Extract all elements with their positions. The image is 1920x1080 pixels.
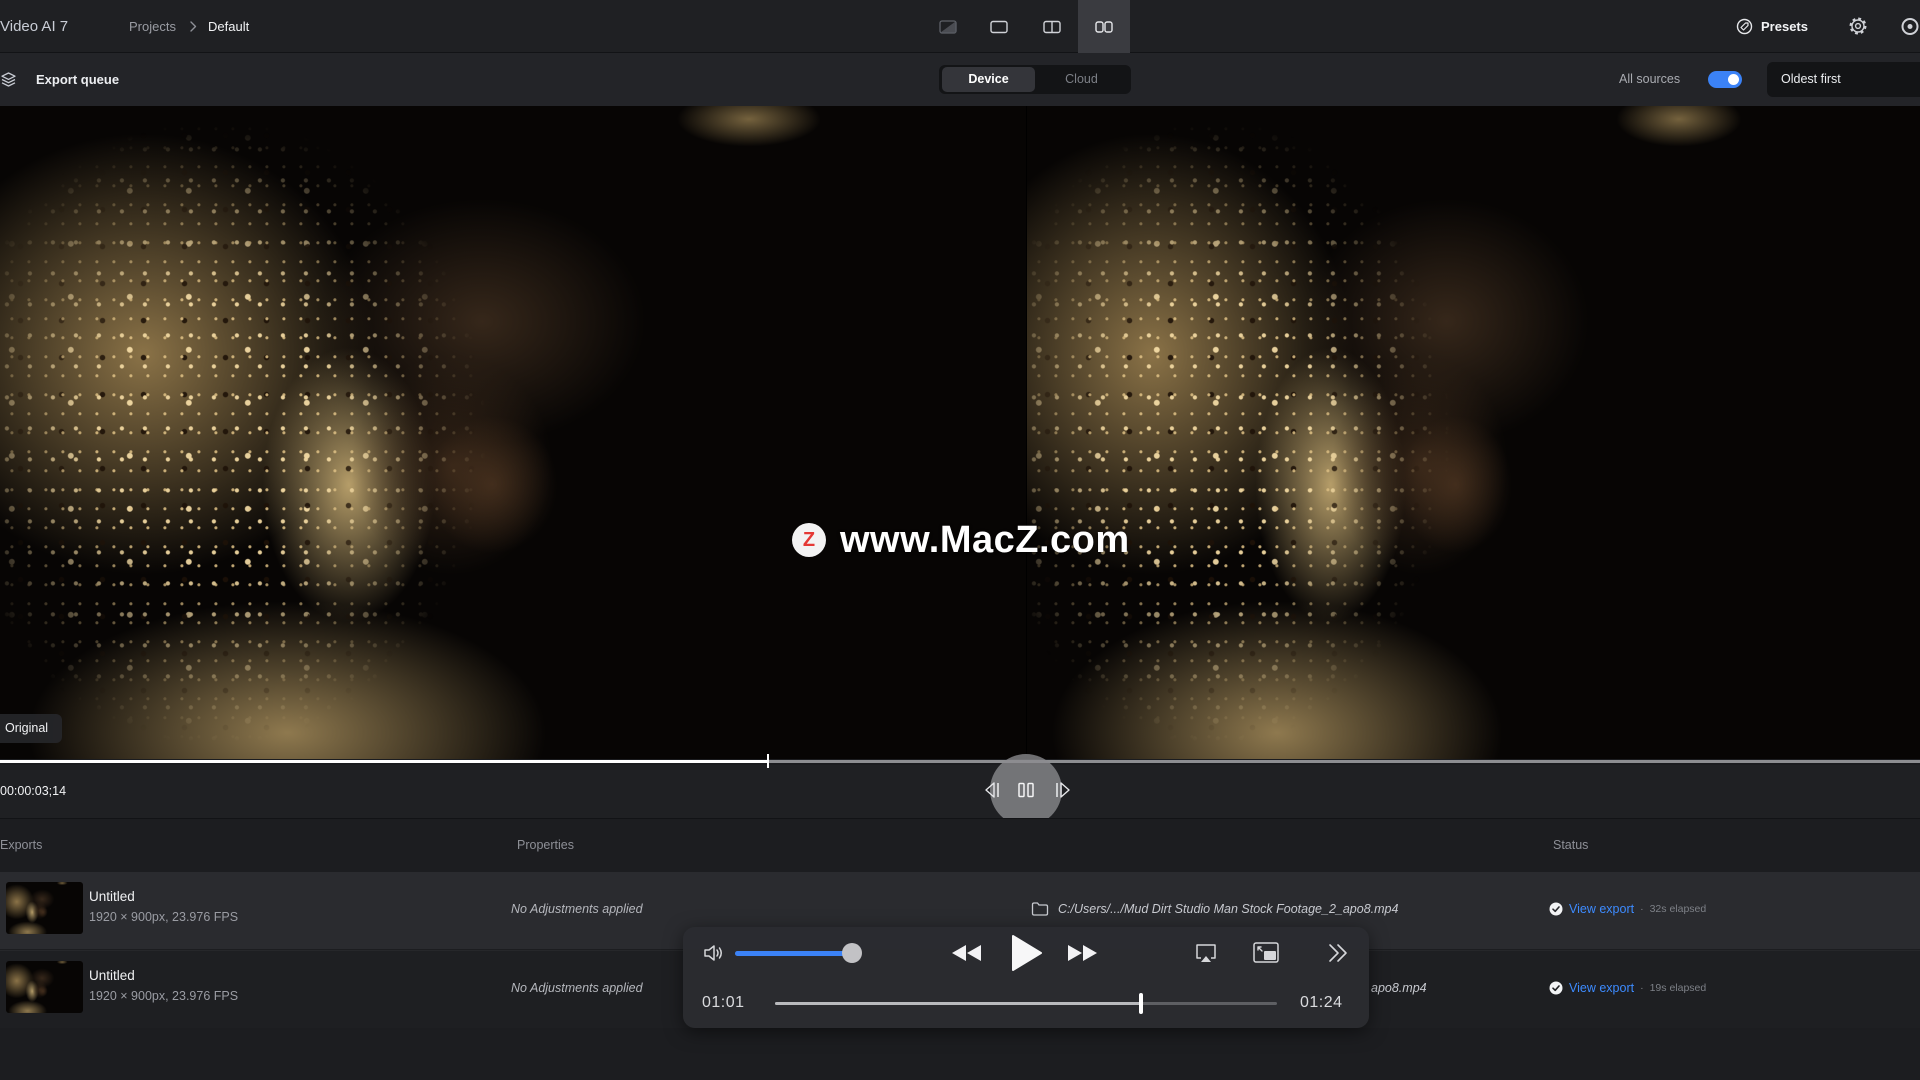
- view-split-button[interactable]: [1026, 0, 1078, 53]
- transport-bar: [0, 765, 1920, 818]
- volume-button[interactable]: [702, 941, 726, 965]
- fast-forward-button[interactable]: [1064, 941, 1100, 965]
- picture-in-picture-button[interactable]: [1252, 940, 1280, 966]
- status-separator: ·: [1640, 982, 1644, 994]
- column-header-properties: Properties: [517, 838, 574, 852]
- watermark-logo: Z: [792, 523, 826, 557]
- breadcrumb-default[interactable]: Default: [208, 0, 249, 53]
- end-time: 01:24: [1300, 994, 1343, 1011]
- media-progress-bar[interactable]: [775, 993, 1277, 1014]
- export-name: Untitled: [89, 889, 135, 904]
- export-thumbnail: [6, 961, 83, 1013]
- rewind-icon: [949, 941, 985, 965]
- step-back-button[interactable]: [983, 780, 1003, 800]
- airplay-icon: [1194, 941, 1218, 965]
- compare-view-icon: [939, 19, 957, 34]
- export-properties: No Adjustments applied: [511, 981, 643, 995]
- check-circle-icon: [1549, 902, 1563, 916]
- volume-slider[interactable]: [735, 943, 862, 963]
- step-forward-icon: [1052, 780, 1072, 800]
- enhanced-video-frame[interactable]: [1027, 106, 1920, 759]
- timeline-scrubber[interactable]: [0, 754, 1920, 768]
- device-cloud-switch: Device Cloud: [939, 65, 1131, 94]
- view-compare-button[interactable]: [922, 0, 974, 53]
- dust-particles: [0, 106, 616, 759]
- settings-button[interactable]: [1846, 14, 1870, 38]
- folder-icon[interactable]: [1031, 901, 1049, 917]
- step-forward-button[interactable]: [1052, 780, 1072, 800]
- breadcrumb-projects[interactable]: Projects: [129, 0, 176, 53]
- export-specs: 1920 × 900px, 23.976 FPS: [89, 910, 239, 924]
- pause-icon: [1017, 782, 1035, 798]
- timeline-playhead[interactable]: [767, 754, 769, 768]
- play-button[interactable]: [1008, 933, 1044, 973]
- sort-label: Oldest first: [1781, 72, 1841, 86]
- volume-knob[interactable]: [842, 943, 862, 963]
- tab-cloud[interactable]: Cloud: [1035, 67, 1128, 92]
- play-icon: [1008, 933, 1044, 973]
- chevron-right-icon: [187, 20, 199, 33]
- toggle-knob: [1728, 74, 1739, 85]
- app-window: Video AI 7 Projects Default Presets Expo…: [0, 0, 1920, 1080]
- picture-in-picture-icon: [1252, 940, 1280, 966]
- export-specs: 1920 × 900px, 23.976 FPS: [89, 989, 239, 1003]
- original-label: Original: [0, 714, 62, 743]
- timecode: 00:00:03;14: [0, 784, 67, 798]
- export-status: View export · 32s elapsed: [1549, 901, 1706, 917]
- timeline-played: [0, 760, 768, 763]
- profile-icon: [1900, 17, 1919, 36]
- view-single-button[interactable]: [973, 0, 1025, 53]
- view-export-link[interactable]: View export: [1569, 981, 1634, 995]
- export-status: View export · 19s elapsed: [1549, 980, 1706, 996]
- layers-icon: [0, 71, 17, 88]
- more-controls-button[interactable]: [1326, 941, 1350, 965]
- single-view-icon: [990, 20, 1008, 34]
- profile-button[interactable]: [1900, 17, 1919, 36]
- original-video-frame[interactable]: [0, 106, 1026, 759]
- elapsed-time: 32s elapsed: [1649, 903, 1707, 915]
- media-progress-fill: [775, 1002, 1142, 1005]
- export-path[interactable]: apo8.mp4: [1371, 980, 1427, 996]
- app-title: Video AI 7: [0, 18, 69, 35]
- export-queue-title: Export queue: [36, 72, 120, 87]
- speaker-icon: [702, 941, 726, 965]
- rewind-button[interactable]: [949, 941, 985, 965]
- media-progress-knob[interactable]: [1139, 993, 1144, 1014]
- status-separator: ·: [1640, 903, 1644, 915]
- step-back-icon: [983, 780, 1003, 800]
- airplay-button[interactable]: [1194, 941, 1218, 965]
- export-name: Untitled: [89, 968, 135, 983]
- presets-label: Presets: [1761, 19, 1808, 34]
- check-circle-icon: [1549, 981, 1563, 995]
- all-sources-label: All sources: [1619, 72, 1681, 86]
- export-thumbnail: [6, 882, 83, 934]
- elapsed-time: 19s elapsed: [1649, 982, 1707, 994]
- column-header-exports: Exports: [0, 838, 43, 852]
- column-header-status: Status: [1553, 838, 1589, 852]
- side-by-side-view-icon: [1095, 20, 1113, 34]
- export-path[interactable]: C:/Users/.../Mud Dirt Studio Man Stock F…: [1058, 901, 1398, 917]
- sort-dropdown[interactable]: Oldest first: [1767, 62, 1920, 97]
- presets-button[interactable]: Presets: [1736, 12, 1820, 41]
- media-controls-overlay: 01:01 01:24: [683, 927, 1369, 1028]
- view-export-link[interactable]: View export: [1569, 902, 1634, 916]
- dust-particles: [1027, 106, 1563, 759]
- gear-icon: [1846, 14, 1870, 38]
- chevrons-right-icon: [1326, 941, 1350, 965]
- export-properties: No Adjustments applied: [511, 902, 643, 916]
- volume-fill: [735, 951, 852, 956]
- watermark-text: www.MacZ.com: [840, 519, 1130, 561]
- top-bar: Video AI 7 Projects Default Presets: [0, 0, 1920, 53]
- tab-device[interactable]: Device: [942, 67, 1035, 92]
- split-view-icon: [1043, 20, 1061, 34]
- view-side-by-side-button[interactable]: [1078, 0, 1130, 53]
- fast-forward-icon: [1064, 941, 1100, 965]
- export-queue-bar: Export queue Device Cloud All sources Ol…: [0, 53, 1920, 106]
- presets-icon: [1736, 18, 1753, 35]
- current-time: 01:01: [702, 994, 745, 1011]
- all-sources-toggle[interactable]: [1708, 71, 1742, 88]
